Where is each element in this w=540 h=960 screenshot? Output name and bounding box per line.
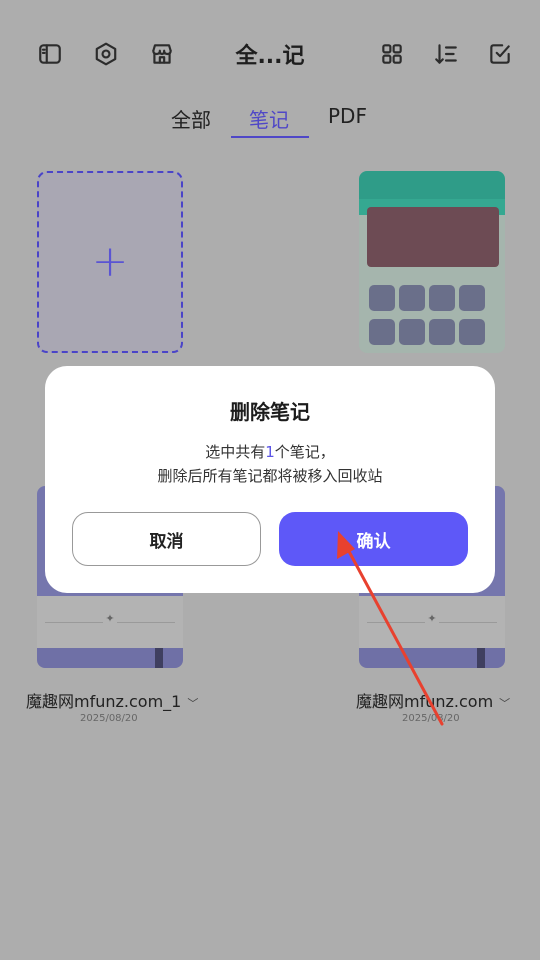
confirm-button[interactable]: 确认: [279, 512, 468, 566]
notebook-date: 2025/08/20: [402, 713, 460, 724]
notebook-title[interactable]: 魔趣网mfunz.com ﹀: [356, 688, 510, 712]
thumbnail-banner-image: [367, 207, 499, 267]
cancel-button[interactable]: 取消: [72, 512, 261, 566]
store-icon[interactable]: [148, 40, 176, 68]
delete-note-dialog: 删除笔记 选中共有1个笔记， 删除后所有笔记都将被移入回收站 取消 确认: [45, 366, 495, 593]
sort-icon[interactable]: [432, 40, 460, 68]
category-tabs: 全部 笔记 PDF: [0, 100, 540, 140]
thumbnail-app-grid: [367, 283, 499, 351]
notebook-band: [155, 648, 163, 668]
notebook-date: 2025/08/20: [80, 713, 138, 724]
notebook-band: [477, 648, 485, 668]
tab-pdf[interactable]: PDF: [328, 104, 367, 128]
sidebar-toggle-icon[interactable]: [36, 40, 64, 68]
chevron-down-icon[interactable]: ﹀: [187, 697, 198, 710]
notebook-title[interactable]: 魔趣网mfunz.com_1 ﹀: [26, 688, 198, 712]
select-checkbox-icon[interactable]: [486, 40, 514, 68]
dialog-title: 删除笔记: [230, 400, 310, 424]
tab-notes[interactable]: 笔记: [249, 104, 289, 133]
add-plus-icon: +: [91, 236, 129, 287]
settings-hexagon-icon[interactable]: [92, 40, 120, 68]
tab-all[interactable]: 全部: [171, 104, 211, 133]
grid-view-icon[interactable]: [378, 40, 406, 68]
selected-count: 1: [265, 443, 275, 461]
sparkle-icon: ✦: [425, 612, 439, 625]
add-note-card[interactable]: +: [37, 171, 183, 353]
note-thumbnail-card[interactable]: [359, 171, 505, 353]
top-bar: 全...记: [0, 0, 540, 110]
active-tab-indicator: [231, 136, 309, 138]
sparkle-icon: ✦: [103, 612, 117, 625]
chevron-down-icon[interactable]: ﹀: [499, 697, 510, 710]
thumbnail-app-header: [359, 171, 505, 199]
dialog-message: 选中共有1个笔记， 删除后所有笔记都将被移入回收站: [157, 443, 383, 485]
